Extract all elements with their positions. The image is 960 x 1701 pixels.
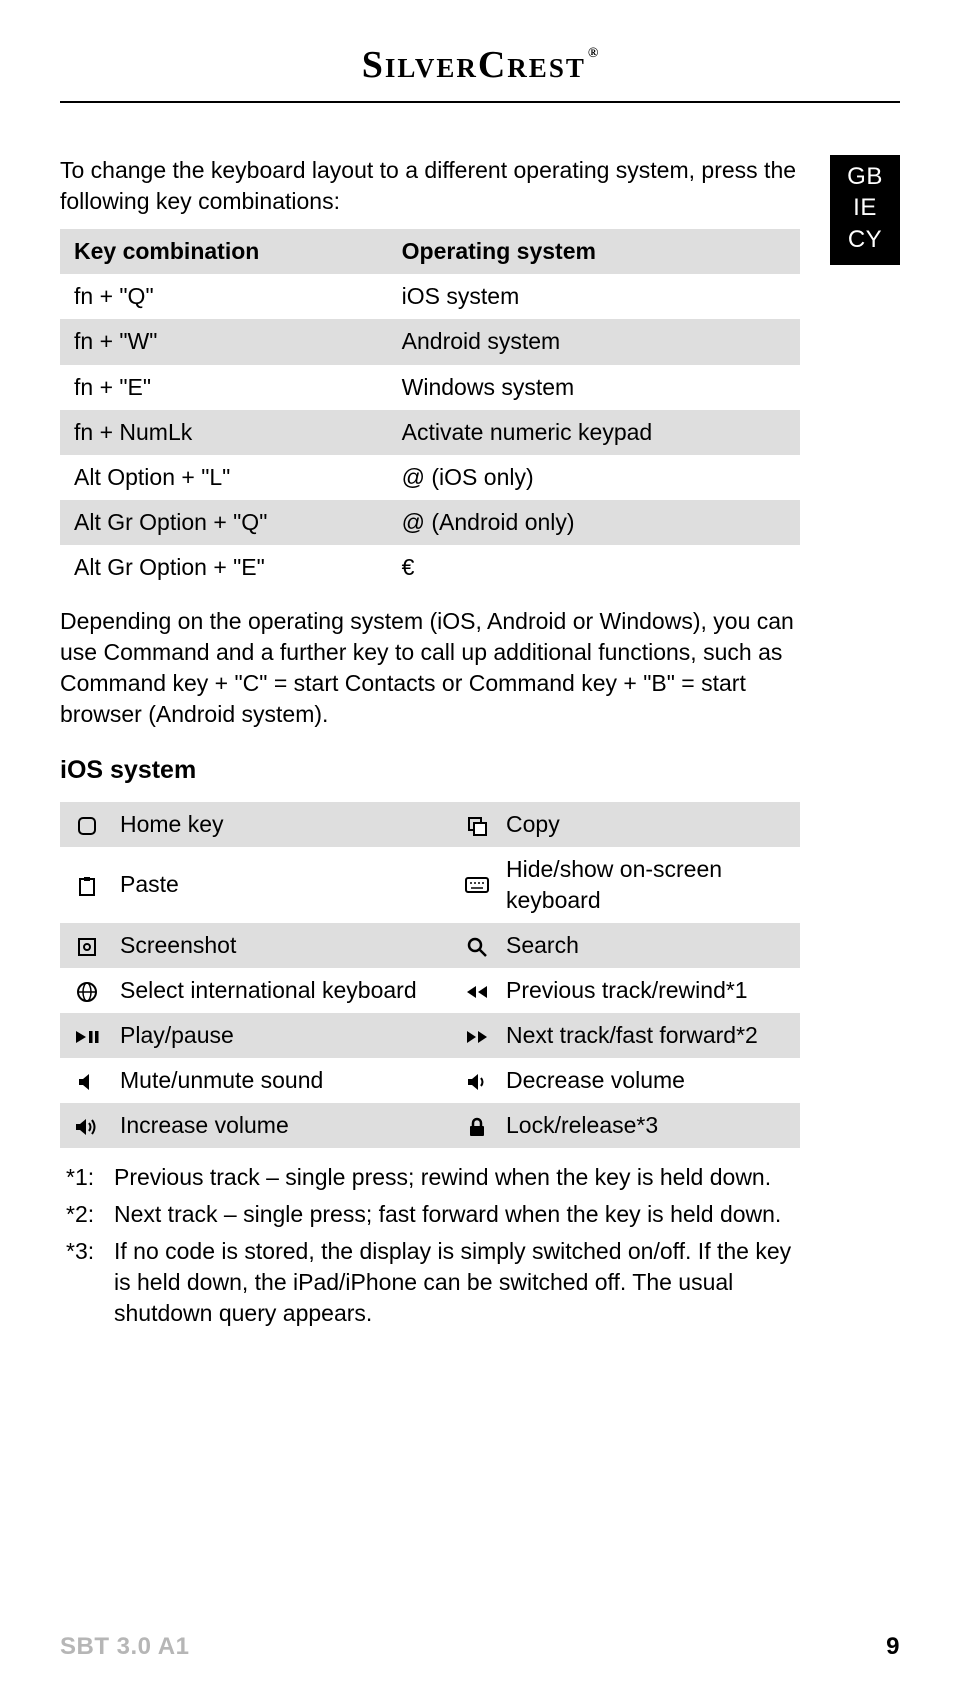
paste-icon (76, 874, 98, 897)
lock-icon (467, 1115, 487, 1138)
col-key-combination: Key combination (60, 229, 388, 274)
table-row: Play/pause Next track/fast forward*2 (60, 1013, 800, 1058)
table-row: Screenshot Search (60, 923, 800, 968)
lang-code: IE (830, 192, 900, 223)
footnote-text: If no code is stored, the display is sim… (114, 1236, 800, 1329)
volume-down-icon (466, 1070, 488, 1092)
ios-function-table: Home key Copy Paste Hide/show on-screen … (60, 802, 800, 1148)
screenshot-icon (76, 935, 98, 958)
table-row: fn + "W"Android system (60, 319, 800, 364)
page-number: 9 (886, 1631, 900, 1663)
product-model: SBT 3.0 A1 (60, 1631, 190, 1663)
fn-label: Screenshot (114, 923, 454, 968)
brand-logo: SilverCrest® (362, 40, 599, 91)
fn-label: Next track/fast forward*2 (500, 1013, 800, 1058)
fn-label: Increase volume (114, 1103, 454, 1148)
fn-label: Hide/show on-screen keyboard (500, 847, 800, 923)
key-combination-table: Key combination Operating system fn + "Q… (60, 229, 800, 589)
fn-label: Copy (500, 802, 800, 847)
table-row: fn + NumLkActivate numeric keypad (60, 410, 800, 455)
fn-label: Select international keyboard (114, 968, 454, 1013)
footnotes: *1: Previous track – single press; rewin… (60, 1162, 800, 1329)
table-row: Alt Gr Option + "Q"@ (Android only) (60, 500, 800, 545)
lang-code: CY (830, 224, 900, 255)
fn-label: Search (500, 923, 800, 968)
page-footer: SBT 3.0 A1 9 (60, 1631, 900, 1663)
fn-label: Home key (114, 802, 454, 847)
table-row: Alt Gr Option + "E"€ (60, 545, 800, 590)
footnote-text: Next track – single press; fast forward … (114, 1199, 800, 1230)
explanation-text: Depending on the operating system (iOS, … (60, 606, 800, 730)
fn-label: Previous track/rewind*1 (500, 968, 800, 1013)
play-pause-icon (74, 1025, 100, 1047)
footnote-key: *3: (60, 1236, 114, 1329)
footnote-text: Previous track – single press; rewind wh… (114, 1162, 800, 1193)
footnote: *3: If no code is stored, the display is… (60, 1236, 800, 1329)
language-badge: GB IE CY (830, 155, 900, 265)
table-row: Home key Copy (60, 802, 800, 847)
fn-label: Paste (114, 847, 454, 923)
footnote: *2: Next track – single press; fast forw… (60, 1199, 800, 1230)
globe-icon (76, 980, 98, 1003)
mute-icon (77, 1070, 97, 1092)
previous-track-icon (465, 980, 489, 1002)
intro-text: To change the keyboard layout to a diffe… (60, 155, 800, 217)
keyboard-icon (465, 874, 489, 896)
fn-label: Play/pause (114, 1013, 454, 1058)
header: SilverCrest® (60, 40, 900, 117)
lang-code: GB (830, 161, 900, 192)
table-row: Alt Option + "L"@ (iOS only) (60, 455, 800, 500)
next-track-icon (465, 1025, 489, 1047)
footnote-key: *2: (60, 1199, 114, 1230)
home-icon (76, 814, 98, 837)
table-row: Select international keyboard Previous t… (60, 968, 800, 1013)
col-operating-system: Operating system (388, 229, 800, 274)
header-rule (60, 101, 900, 103)
fn-label: Decrease volume (500, 1058, 800, 1103)
section-title-ios: iOS system (60, 754, 800, 788)
table-row: Increase volume Lock/release*3 (60, 1103, 800, 1148)
table-row: Mute/unmute sound Decrease volume (60, 1058, 800, 1103)
registered-icon: ® (588, 46, 600, 61)
table-row: Paste Hide/show on-screen keyboard (60, 847, 800, 923)
search-icon (466, 935, 488, 958)
footnote: *1: Previous track – single press; rewin… (60, 1162, 800, 1193)
copy-icon (466, 814, 488, 837)
footnote-key: *1: (60, 1162, 114, 1193)
table-row: fn + "Q"iOS system (60, 274, 800, 319)
fn-label: Mute/unmute sound (114, 1058, 454, 1103)
table-header-row: Key combination Operating system (60, 229, 800, 274)
table-row: fn + "E"Windows system (60, 365, 800, 410)
volume-up-icon (74, 1115, 100, 1137)
fn-label: Lock/release*3 (500, 1103, 800, 1148)
